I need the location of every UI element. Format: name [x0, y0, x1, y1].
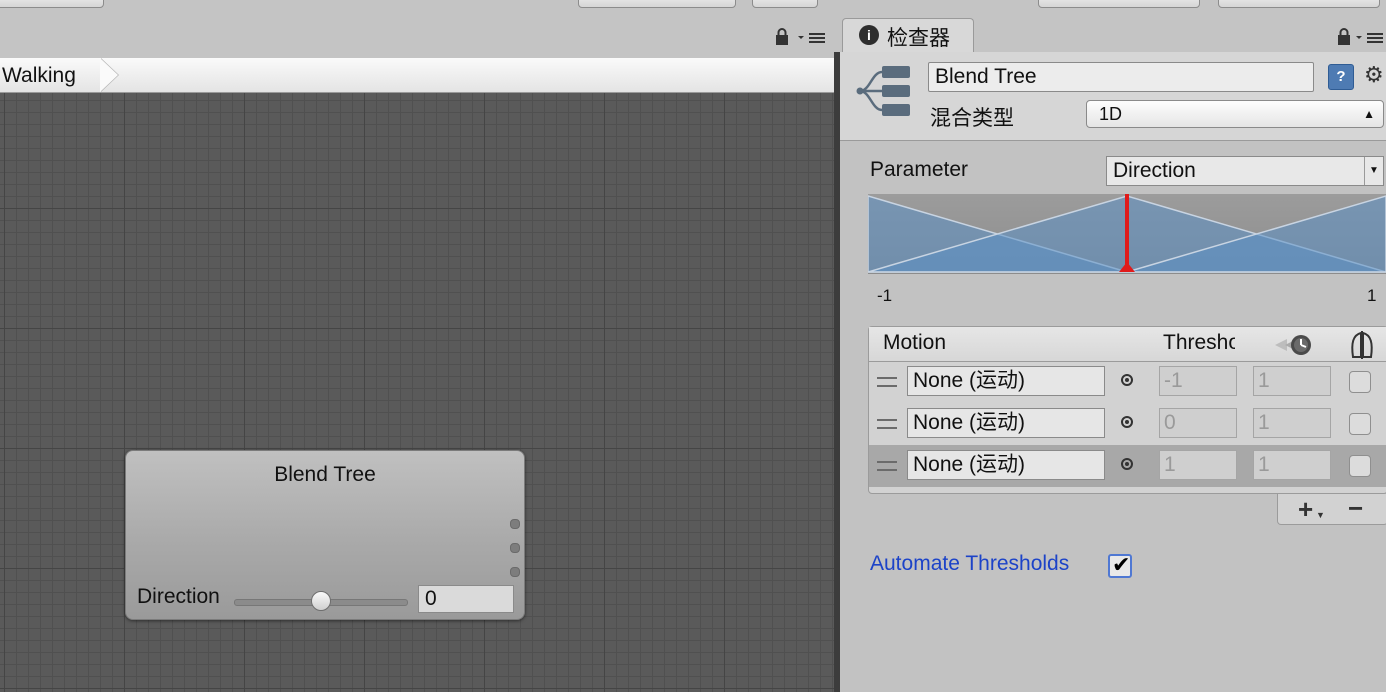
object-picker-icon[interactable]: [1121, 458, 1133, 470]
motion-field[interactable]: None (运动): [907, 366, 1105, 396]
blend-tree-icon: [856, 66, 910, 116]
mirror-checkbox[interactable]: [1349, 413, 1371, 435]
lock-menu-icon[interactable]: [1336, 28, 1386, 46]
object-picker-icon[interactable]: [1121, 374, 1133, 386]
breadcrumb-item-walking[interactable]: Walking: [2, 64, 76, 88]
updown-arrow-icon: ▲: [1363, 107, 1375, 121]
toolbar-button[interactable]: [0, 0, 104, 8]
output-port-icon[interactable]: [510, 543, 520, 553]
slider-thumb[interactable]: [311, 591, 331, 611]
blend-graph[interactable]: [868, 194, 1386, 274]
object-picker-icon[interactable]: [1121, 416, 1133, 428]
breadcrumb: Walking: [0, 58, 834, 93]
mirror-checkbox[interactable]: [1349, 455, 1371, 477]
blend-tree-node[interactable]: Blend Tree Direction 0: [125, 450, 525, 620]
tab-inspector[interactable]: i 检查器: [842, 18, 974, 53]
mirror-checkbox[interactable]: [1349, 371, 1371, 393]
motion-list-header: Motion Threshold: [869, 327, 1386, 362]
top-toolbar: [0, 0, 1386, 52]
threshold-field[interactable]: 1: [1159, 450, 1237, 480]
current-value-indicator[interactable]: [1125, 194, 1129, 270]
blend-type-select[interactable]: 1D ▲: [1086, 100, 1384, 128]
list-item[interactable]: None (运动) -1 1: [869, 361, 1386, 403]
node-parameter-label: Direction: [137, 585, 220, 608]
drag-handle-icon[interactable]: [877, 419, 897, 429]
drag-handle-icon[interactable]: [877, 461, 897, 471]
graph-max-label: 1: [1367, 286, 1377, 305]
object-name-field[interactable]: Blend Tree: [928, 62, 1314, 92]
parameter-label: Parameter: [870, 158, 969, 181]
list-item[interactable]: None (运动) 1 1: [869, 445, 1386, 487]
list-item[interactable]: None (运动) 0 1: [869, 403, 1386, 445]
tab-label: 检查器: [887, 27, 950, 50]
toolbar-button[interactable]: [752, 0, 818, 8]
motion-field[interactable]: None (运动): [907, 408, 1105, 438]
lock-menu-icon[interactable]: [774, 28, 838, 46]
blend-type-value: 1D: [1099, 104, 1123, 124]
speed-field[interactable]: 1: [1253, 408, 1331, 438]
node-parameter-value-field[interactable]: 0: [418, 585, 514, 613]
blend-type-label: 混合类型: [930, 107, 1014, 130]
output-port-icon[interactable]: [510, 519, 520, 529]
speed-clock-icon: [1275, 335, 1311, 355]
help-book-icon[interactable]: ?: [1328, 64, 1354, 90]
breadcrumb-arrow-icon: [100, 58, 118, 92]
threshold-field[interactable]: 0: [1159, 408, 1237, 438]
toolbar-button[interactable]: [578, 0, 736, 8]
inspector-header: Blend Tree ? ⚙ 混合类型 1D ▲: [840, 52, 1386, 141]
speed-field[interactable]: 1: [1253, 450, 1331, 480]
motion-list: Motion Threshold None (运动) -1 1 None (运动…: [868, 326, 1386, 494]
checkmark-icon: ✔: [1112, 552, 1131, 577]
dropdown-arrow-icon: ▼: [1316, 510, 1325, 520]
list-footer: + ▼ −: [1277, 494, 1386, 525]
column-header-threshold: Threshold: [1163, 331, 1235, 354]
drag-handle-icon[interactable]: [877, 377, 897, 387]
toolbar-button[interactable]: [1218, 0, 1380, 8]
gear-icon[interactable]: ⚙: [1364, 62, 1384, 88]
toolbar-button[interactable]: [1038, 0, 1200, 8]
node-title: Blend Tree: [274, 463, 376, 486]
remove-motion-button[interactable]: −: [1348, 494, 1363, 522]
mirror-icon: [1351, 331, 1373, 359]
parameter-value: Direction: [1113, 159, 1196, 182]
automate-thresholds-label: Automate Thresholds: [870, 552, 1070, 575]
graph-min-label: -1: [877, 286, 893, 305]
motion-field[interactable]: None (运动): [907, 450, 1105, 480]
column-header-motion: Motion: [883, 331, 947, 354]
threshold-field[interactable]: -1: [1159, 366, 1237, 396]
output-port-icon[interactable]: [510, 567, 520, 577]
speed-field[interactable]: 1: [1253, 366, 1331, 396]
add-motion-button[interactable]: +: [1298, 496, 1313, 522]
automate-thresholds-checkbox[interactable]: ✔: [1108, 552, 1132, 578]
dropdown-arrow-icon: ▼: [1364, 157, 1383, 185]
info-icon: i: [859, 25, 879, 45]
parameter-select[interactable]: Direction ▼: [1106, 156, 1384, 186]
